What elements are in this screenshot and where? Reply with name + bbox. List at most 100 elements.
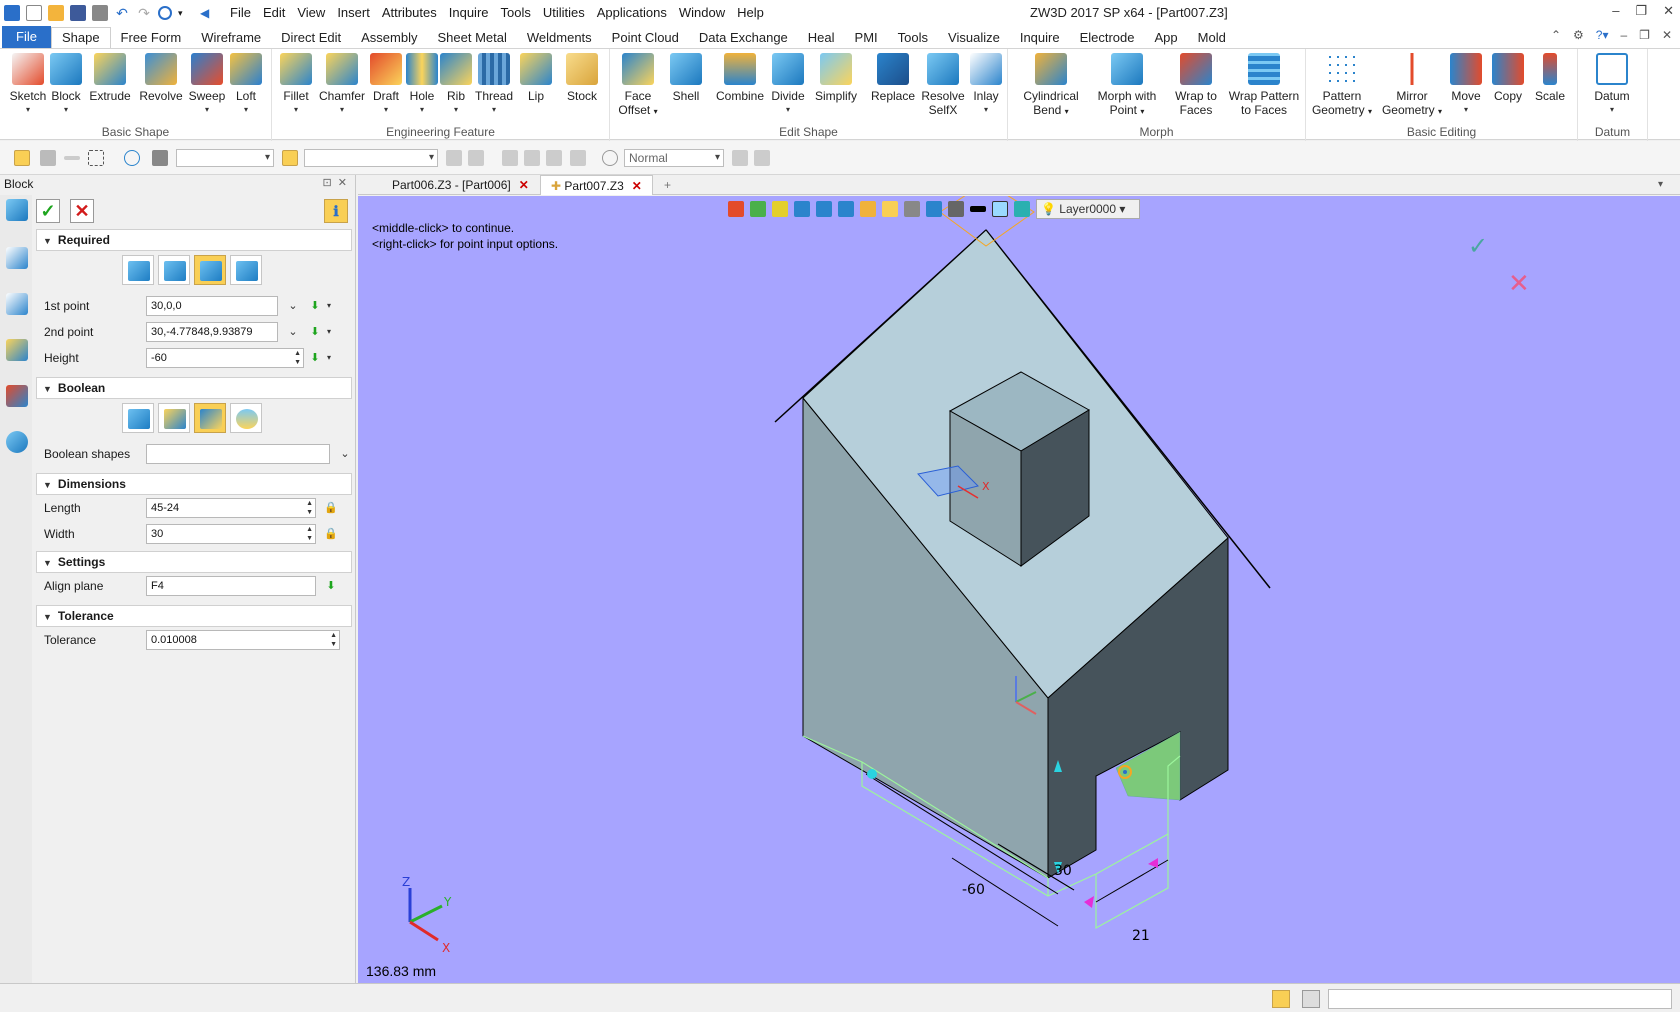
section-view-icon[interactable] — [860, 201, 876, 217]
pattern-geometry-button[interactable]: Pattern Geometry ▾ — [1308, 53, 1376, 119]
pin-icon[interactable] — [570, 150, 586, 166]
standard-views-icon[interactable] — [816, 201, 832, 217]
tab-direct-edit[interactable]: Direct Edit — [271, 28, 351, 48]
tolerance-input[interactable]: 0.010008 ▲ ▼ — [146, 630, 340, 650]
resolve-selfx-button[interactable]: Resolve SelfX — [920, 53, 966, 117]
replace-button[interactable]: Replace — [868, 53, 918, 103]
first-point-pick-icon[interactable]: ⬇ — [308, 299, 322, 313]
morph-with-point-button[interactable]: Morph with Point ▾ — [1092, 53, 1162, 119]
collapse-ribbon-icon[interactable]: ⌃ — [1551, 28, 1561, 42]
deselect-icon[interactable] — [64, 156, 80, 160]
status-list-icon[interactable] — [1302, 990, 1320, 1008]
section-dimensions[interactable]: ▼ Dimensions — [36, 473, 352, 495]
open-folder-icon[interactable] — [48, 5, 64, 21]
viewport-cancel-icon[interactable]: ✕ — [1508, 269, 1530, 299]
tab-app[interactable]: App — [1145, 28, 1188, 48]
render-mode-icon[interactable] — [602, 150, 618, 166]
distribute-icon[interactable] — [502, 150, 518, 166]
background-icon[interactable] — [948, 201, 964, 217]
second-point-pick-icon[interactable]: ⬇ — [308, 325, 322, 339]
block-feature-icon[interactable] — [6, 199, 28, 221]
doc-restore-icon[interactable]: ❐ — [1639, 28, 1650, 42]
dim-height-label[interactable]: -60 — [962, 882, 985, 898]
revolve-button[interactable]: Revolve — [138, 53, 184, 103]
save-view-icon[interactable] — [926, 201, 942, 217]
zoom-fit-icon[interactable] — [882, 201, 898, 217]
align-center-icon[interactable] — [468, 150, 484, 166]
filter-combo[interactable] — [176, 149, 274, 167]
block-button[interactable]: Block ▾ — [48, 53, 84, 117]
hole-button[interactable]: Hole ▾ — [404, 53, 440, 117]
boolean-shapes-input[interactable] — [146, 444, 330, 464]
tab-file[interactable]: File — [2, 26, 51, 48]
model-scene[interactable]: ✓ ✕ -60 30 21 Z Y X X — [358, 196, 1680, 983]
info-icon[interactable]: ℹ — [324, 199, 348, 223]
menu-attributes[interactable]: Attributes — [376, 0, 443, 26]
length-input[interactable]: 45-24 ▲ ▼ — [146, 498, 316, 518]
history-tree-icon[interactable] — [6, 247, 28, 269]
tab-visualize[interactable]: Visualize — [938, 28, 1010, 48]
doc-tab-close-icon[interactable]: ✕ — [632, 179, 642, 193]
second-point-expand-icon[interactable]: ⌄ — [286, 325, 300, 339]
wrap-to-faces-button[interactable]: Wrap to Faces — [1170, 53, 1222, 117]
drag-handle-left[interactable] — [867, 769, 877, 779]
length-spinner-icon[interactable]: ▲ ▼ — [306, 499, 313, 517]
color-black-icon[interactable] — [970, 206, 986, 212]
rebuild-icon[interactable] — [158, 6, 172, 20]
selection-box-icon[interactable] — [88, 150, 104, 166]
width-input[interactable]: 30 ▲ ▼ — [146, 524, 316, 544]
first-point-input[interactable]: 30,0,0 — [146, 296, 278, 316]
new-tab-icon[interactable]: + — [654, 175, 681, 195]
inlay-button[interactable]: Inlay ▾ — [968, 53, 1004, 117]
menu-insert[interactable]: Insert — [331, 0, 376, 26]
block-type-edge-button[interactable] — [194, 255, 226, 285]
zoom-window-icon[interactable] — [904, 201, 920, 217]
tab-sheet-metal[interactable]: Sheet Metal — [428, 28, 517, 48]
chamfer-button[interactable]: Chamfer ▾ — [316, 53, 368, 117]
boolean-shapes-expand-icon[interactable]: ⌄ — [338, 447, 352, 461]
menu-file[interactable]: File — [224, 0, 257, 26]
second-point-input[interactable]: 30,-4.77848,9.93879 — [146, 322, 278, 342]
undo-icon[interactable]: ↶ — [114, 5, 130, 21]
drag-handle-width[interactable] — [1148, 858, 1158, 868]
save-icon[interactable] — [70, 5, 86, 21]
tab-free-form[interactable]: Free Form — [111, 28, 192, 48]
simplify-button[interactable]: Simplify — [810, 53, 862, 103]
redo-icon[interactable]: ↷ — [136, 5, 152, 21]
lasso-icon[interactable] — [124, 150, 140, 166]
measure-icon[interactable] — [772, 201, 788, 217]
block-type-center-button[interactable] — [158, 255, 190, 285]
section-tolerance[interactable]: ▼ Tolerance — [36, 605, 352, 627]
exit-icon[interactable] — [728, 201, 744, 217]
align-left-icon[interactable] — [446, 150, 462, 166]
doc-tab-close-icon[interactable]: ✕ — [519, 178, 529, 192]
app-logo-icon[interactable] — [4, 5, 20, 21]
help-icon[interactable]: ?▾ — [1596, 28, 1609, 42]
sweep-button[interactable]: Sweep ▾ — [186, 53, 228, 117]
tab-shape[interactable]: Shape — [50, 27, 111, 48]
datum-button[interactable]: Datum ▾ — [1588, 53, 1636, 117]
divide-button[interactable]: Divide ▾ — [768, 53, 808, 117]
tab-list-dropdown-icon[interactable]: ▾ — [1648, 175, 1673, 195]
align-bottom-icon[interactable] — [546, 150, 562, 166]
tab-electrode[interactable]: Electrode — [1070, 28, 1145, 48]
section-required[interactable]: ▼ Required — [36, 229, 352, 251]
tab-weldments[interactable]: Weldments — [517, 28, 602, 48]
qat-dropdown-icon[interactable]: ▾ — [178, 5, 194, 21]
doc-tab-part006[interactable]: Part006.Z3 - [Part006] ✕ — [382, 175, 539, 195]
first-point-dropdown-icon[interactable]: ▾ — [322, 299, 336, 313]
cancel-x-icon[interactable]: ✕ — [70, 199, 94, 223]
render-mode-combo[interactable]: Normal — [624, 149, 724, 167]
dim-length-label[interactable]: 30 — [1054, 863, 1072, 879]
height-input[interactable]: -60 ▲ ▼ — [146, 348, 304, 368]
first-point-expand-icon[interactable]: ⌄ — [286, 299, 300, 313]
minimize-icon[interactable]: – — [1612, 3, 1619, 19]
back-arrow-icon[interactable]: ◀ — [200, 5, 216, 21]
snap-settings-icon[interactable] — [754, 150, 770, 166]
filter-icon[interactable] — [152, 150, 168, 166]
wrap-pattern-to-faces-button[interactable]: Wrap Pattern to Faces — [1226, 53, 1302, 117]
align-plane-input[interactable]: F4 — [146, 576, 316, 596]
menu-window[interactable]: Window — [673, 0, 731, 26]
lip-button[interactable]: Lip — [518, 53, 554, 103]
tab-point-cloud[interactable]: Point Cloud — [602, 28, 689, 48]
